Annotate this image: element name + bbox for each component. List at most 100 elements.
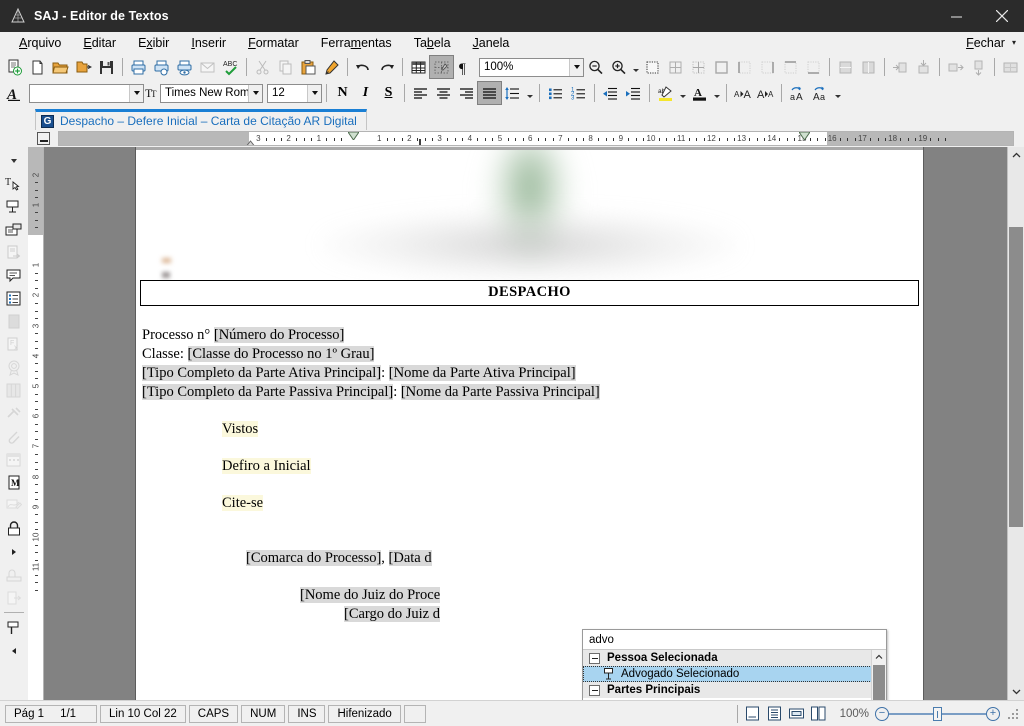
collapse-toggle-icon[interactable] [589, 652, 600, 664]
table-border-left-icon[interactable] [733, 56, 756, 78]
table-properties-icon[interactable] [429, 55, 454, 79]
table-border-top-icon[interactable] [779, 56, 802, 78]
resize-grip[interactable] [1006, 707, 1020, 721]
signature-icon[interactable] [2, 494, 26, 517]
list-fields-icon[interactable] [2, 287, 26, 310]
line-spacing-chevron-down-icon[interactable] [524, 82, 535, 104]
table-grid-inner-icon[interactable] [687, 56, 710, 78]
insert-block-icon[interactable] [2, 218, 26, 241]
menu-formatar[interactable]: Formatar [237, 34, 310, 52]
chevron-down-icon[interactable] [248, 84, 262, 102]
field-group-header[interactable]: Pessoa Selecionada [583, 650, 886, 666]
close-document-link[interactable]: Fechar [956, 34, 1009, 52]
page-icon[interactable] [2, 310, 26, 333]
seal-icon[interactable] [2, 356, 26, 379]
highlight-chevron-down-icon[interactable] [677, 82, 688, 104]
bullet-list-icon[interactable] [544, 82, 567, 104]
field-group-header[interactable]: Partes Principais [583, 682, 886, 698]
document-vertical-scrollbar[interactable] [1007, 147, 1024, 700]
new-from-model-icon[interactable] [3, 56, 26, 78]
status-caps[interactable]: CAPS [188, 704, 239, 723]
show-marks-icon[interactable]: ¶ [453, 56, 476, 78]
open-model-icon[interactable] [72, 56, 95, 78]
zoom-out-icon[interactable] [584, 56, 607, 78]
menu-ferramentas[interactable]: Ferramentas [310, 34, 403, 52]
font-color-icon[interactable]: A [688, 82, 711, 104]
menu-inserir[interactable]: Inserir [180, 34, 237, 52]
expand-arrow-icon[interactable] [2, 540, 26, 563]
cut-icon[interactable] [251, 56, 274, 78]
decrease-font-icon[interactable]: A A [754, 82, 777, 104]
view-layout-icon[interactable] [786, 704, 808, 724]
insert-column-icon[interactable] [912, 56, 935, 78]
save-icon[interactable] [95, 56, 118, 78]
zoom-in-button[interactable]: + [986, 706, 1000, 721]
view-normal-icon[interactable] [742, 704, 764, 724]
table-grid-all-icon[interactable] [664, 56, 687, 78]
delete-column-icon[interactable] [967, 56, 990, 78]
print-preview-icon[interactable] [173, 56, 196, 78]
table-border-right-icon[interactable] [756, 56, 779, 78]
merge-cells-icon[interactable] [834, 56, 857, 78]
table-border-bottom-icon[interactable] [802, 56, 825, 78]
increase-indent-icon[interactable] [622, 82, 645, 104]
delete-field-icon[interactable]: F x [2, 333, 26, 356]
menu-arquivo[interactable]: Arquivo [8, 34, 72, 52]
chevron-down-icon[interactable] [129, 84, 143, 102]
table-border-box-icon[interactable] [710, 56, 733, 78]
delete-row-icon[interactable] [944, 56, 967, 78]
decrease-indent-icon[interactable] [599, 82, 622, 104]
highlight-color-icon[interactable]: ab [654, 82, 677, 104]
comment-icon[interactable] [2, 264, 26, 287]
collapse-toggle-icon[interactable] [589, 684, 600, 696]
undo-icon[interactable] [352, 56, 375, 78]
popup-scroll-up-chevron-up-icon[interactable] [872, 650, 886, 664]
status-num[interactable]: NUM [241, 704, 286, 723]
spellcheck-icon[interactable]: ABC [219, 56, 242, 78]
columns-icon[interactable] [2, 379, 26, 402]
redo-icon[interactable] [375, 56, 398, 78]
change-case-icon[interactable]: A a [809, 82, 832, 104]
model-m-icon[interactable]: M [2, 471, 26, 494]
zoom-out-button[interactable]: − [875, 706, 889, 721]
calendar-icon[interactable] [2, 448, 26, 471]
table-select-icon[interactable] [641, 56, 664, 78]
print-icon[interactable] [127, 56, 150, 78]
field-search-input[interactable]: advo [583, 630, 886, 650]
paragraph-style-combo[interactable] [29, 83, 144, 103]
insert-field-icon[interactable] [2, 195, 26, 218]
status-hyphenation[interactable]: Hifenizado [328, 704, 401, 723]
print-setup-icon[interactable] [150, 56, 173, 78]
scroll-up-chevron-up-icon[interactable] [1008, 147, 1024, 164]
popup-scrollbar[interactable] [871, 650, 886, 700]
scrollbar-thumb[interactable] [1009, 227, 1023, 527]
document-tab[interactable]: G Despacho – Defere Inicial – Carta de C… [35, 109, 367, 130]
more-tools-icon[interactable] [2, 149, 26, 172]
chevron-down-icon[interactable] [569, 58, 583, 76]
align-right-icon[interactable] [455, 82, 478, 104]
underline-button[interactable]: S [377, 82, 400, 104]
insert-table-icon[interactable] [407, 56, 430, 78]
menu-tabela[interactable]: Tabela [403, 34, 462, 52]
zoom-options-chevron-down-icon[interactable] [630, 56, 641, 78]
close-window-button[interactable] [979, 0, 1024, 32]
zoom-track-right[interactable] [942, 712, 986, 715]
italic-button[interactable]: I [354, 82, 377, 104]
font-color-chevron-down-icon[interactable] [711, 82, 722, 104]
font-size-combo[interactable]: 12 [267, 83, 322, 103]
exit-icon[interactable] [2, 586, 26, 609]
zoom-in-icon[interactable] [607, 56, 630, 78]
open-folder-icon[interactable] [49, 56, 72, 78]
align-justify-icon[interactable] [477, 81, 502, 105]
table-shading-icon[interactable] [999, 56, 1022, 78]
field-list-item[interactable]: Nome do Advogado da Parte Ativa Principa… [583, 698, 886, 700]
status-ins[interactable]: INS [288, 704, 326, 723]
menu-editar[interactable]: Editar [72, 34, 127, 52]
bold-button[interactable]: N [331, 82, 354, 104]
align-left-icon[interactable] [409, 82, 432, 104]
zoom-slider-thumb[interactable] [933, 706, 942, 721]
zoom-track-left[interactable] [889, 712, 933, 715]
align-center-icon[interactable] [432, 82, 455, 104]
split-cells-icon[interactable] [857, 56, 880, 78]
collapse-arrow-icon[interactable] [2, 639, 26, 662]
